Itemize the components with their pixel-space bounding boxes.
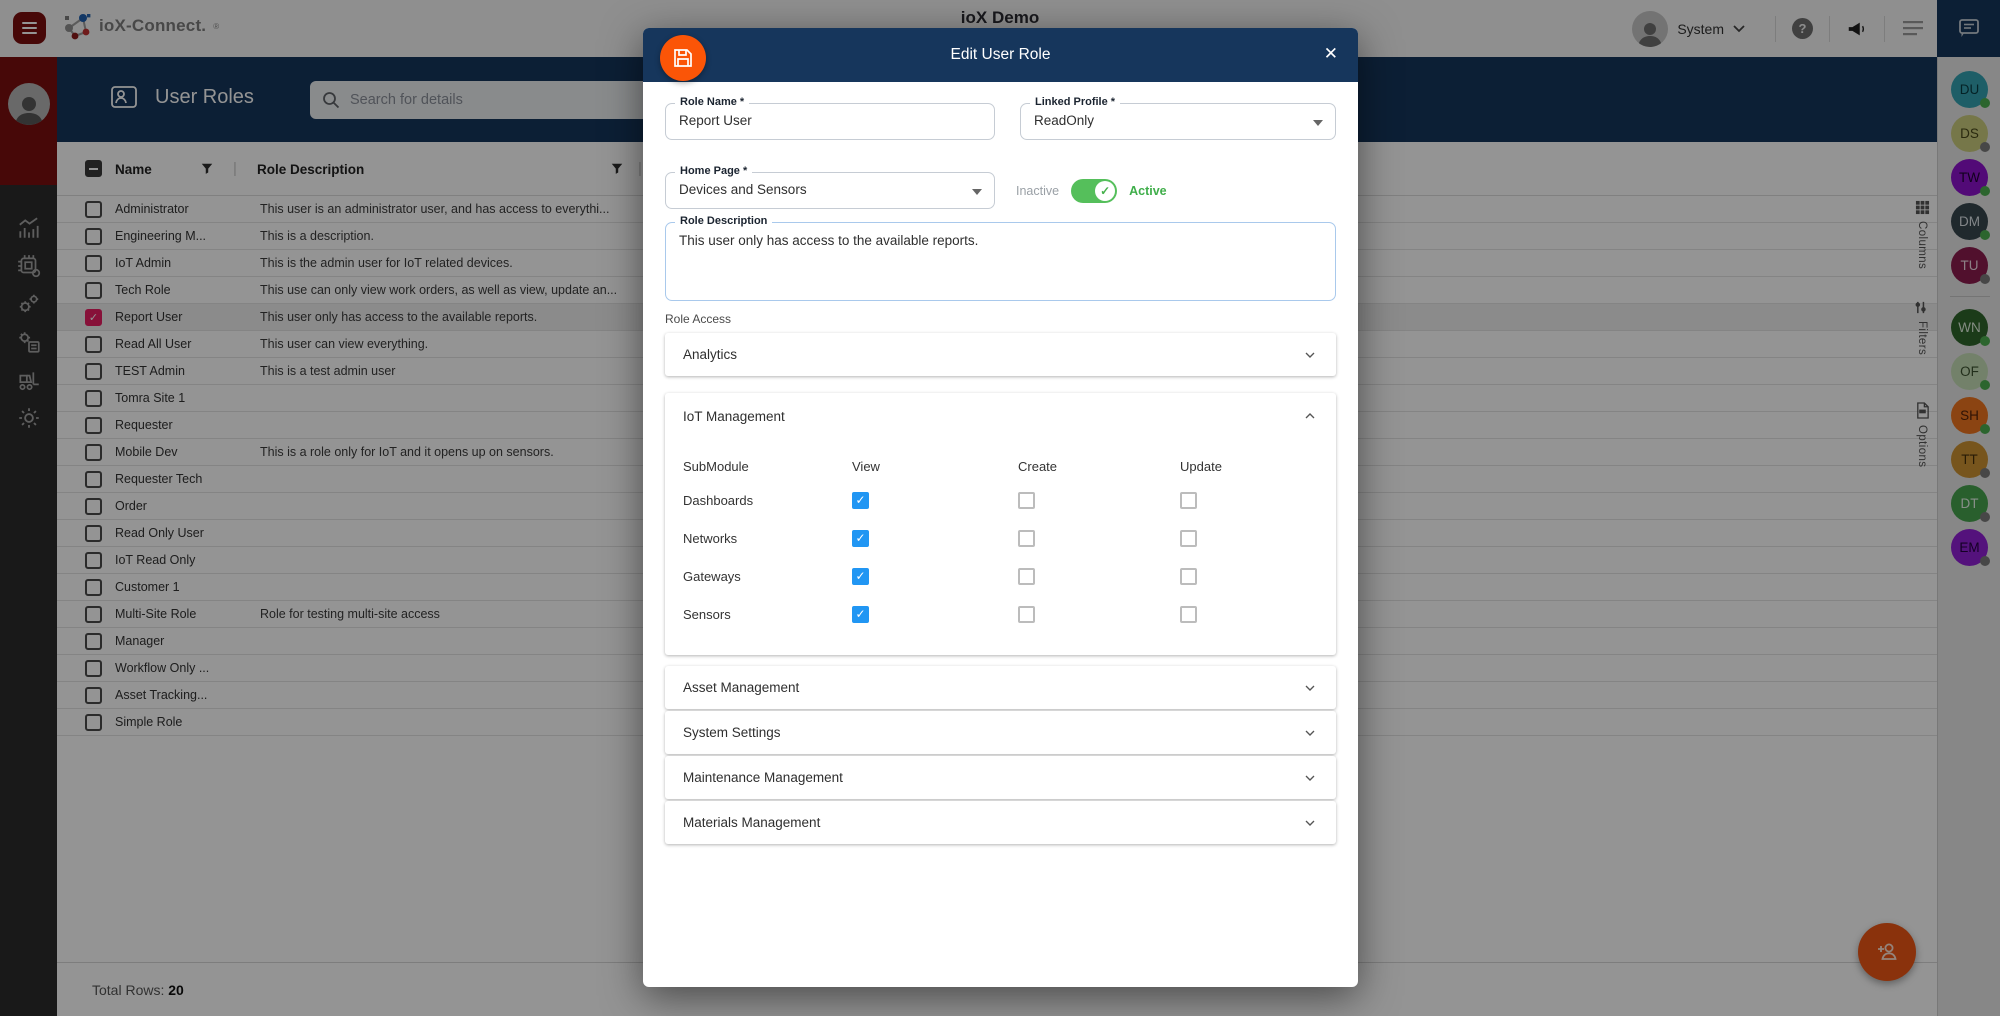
accordion-header[interactable]: Analytics [665,333,1336,376]
view-checkbox[interactable]: ✓ [852,606,869,623]
chevron-down-icon [1302,725,1318,741]
accordion-iot-management[interactable]: IoT ManagementSubModuleViewCreateUpdateD… [665,393,1336,655]
home-page-select[interactable]: Home Page * Devices and Sensors [665,172,995,209]
role-name-field[interactable]: Role Name * Report User [665,103,995,140]
grid-column-header: Update [1180,459,1336,474]
dialog-header: Edit User Role [643,28,1358,82]
accordion-header[interactable]: Asset Management [665,666,1336,709]
active-label: Active [1129,184,1167,198]
update-checkbox[interactable] [1180,568,1197,585]
chevron-down-icon [1302,770,1318,786]
edit-user-role-dialog: Edit User Role ✕ Role Name * Report User… [643,28,1358,987]
create-checkbox[interactable] [1018,492,1035,509]
linked-profile-select[interactable]: Linked Profile * ReadOnly [1020,103,1336,140]
role-access-label: Role Access [665,312,731,326]
permissions-grid-header: SubModuleViewCreateUpdate [665,451,1336,481]
toggle-knob: ✓ [1095,181,1115,201]
accordion-label: Materials Management [683,815,820,830]
create-checkbox[interactable] [1018,530,1035,547]
grid-column-header: SubModule [683,459,852,474]
home-page-value: Devices and Sensors [679,182,807,197]
accordion-header[interactable]: Maintenance Management [665,756,1336,799]
dialog-title: Edit User Role [643,46,1358,64]
role-description-value: This user only has access to the availab… [679,233,978,248]
submodule-label: Gateways [683,569,852,584]
accordion-label: System Settings [683,725,781,740]
inactive-label: Inactive [1016,184,1059,198]
permissions-row: Networks✓ [665,519,1336,557]
accordion-label: Maintenance Management [683,770,843,785]
accordion-header[interactable]: IoT Management [665,393,1336,439]
linked-profile-value: ReadOnly [1034,113,1094,128]
permissions-row: Dashboards✓ [665,481,1336,519]
save-button[interactable] [660,35,706,81]
chevron-down-icon [1313,120,1323,126]
view-checkbox[interactable]: ✓ [852,568,869,585]
role-name-value: Report User [679,113,752,128]
accordion-analytics[interactable]: Analytics [665,333,1336,376]
update-checkbox[interactable] [1180,530,1197,547]
accordion-header[interactable]: System Settings [665,711,1336,754]
role-access-sections: Analytics IoT Management SubModuleViewCrea… [665,333,1336,846]
create-checkbox[interactable] [1018,568,1035,585]
chevron-down-icon [972,189,982,195]
active-toggle[interactable]: ✓ [1071,179,1117,203]
submodule-label: Networks [683,531,852,546]
submodule-label: Sensors [683,607,852,622]
home-page-label: Home Page * [675,165,752,177]
chevron-down-icon [1302,347,1318,363]
role-description-label: Role Description [675,215,772,227]
chevron-up-icon [1302,408,1318,424]
update-checkbox[interactable] [1180,606,1197,623]
accordion-label: Asset Management [683,680,799,695]
chevron-down-icon [1302,815,1318,831]
status-toggle-group: Inactive ✓ Active [1016,172,1167,209]
grid-column-header: Create [1018,459,1180,474]
save-icon [671,46,695,70]
grid-column-header: View [852,459,1018,474]
accordion-materials-management[interactable]: Materials Management [665,801,1336,844]
submodule-label: Dashboards [683,493,852,508]
accordion-label: IoT Management [683,409,785,424]
accordion-system-settings[interactable]: System Settings [665,711,1336,754]
accordion-header[interactable]: Materials Management [665,801,1336,844]
chevron-down-icon [1302,680,1318,696]
create-checkbox[interactable] [1018,606,1035,623]
role-name-label: Role Name * [675,96,749,108]
update-checkbox[interactable] [1180,492,1197,509]
permissions-grid: SubModuleViewCreateUpdateDashboards✓Netw… [665,439,1336,655]
role-description-field[interactable]: Role Description This user only has acce… [665,222,1336,301]
view-checkbox[interactable]: ✓ [852,530,869,547]
accordion-maintenance-management[interactable]: Maintenance Management [665,756,1336,799]
permissions-row: Sensors✓ [665,595,1336,633]
view-checkbox[interactable]: ✓ [852,492,869,509]
close-button[interactable]: ✕ [1324,44,1338,64]
linked-profile-label: Linked Profile * [1030,96,1120,108]
accordion-asset-management[interactable]: Asset Management [665,666,1336,709]
permissions-row: Gateways✓ [665,557,1336,595]
accordion-label: Analytics [683,347,737,362]
